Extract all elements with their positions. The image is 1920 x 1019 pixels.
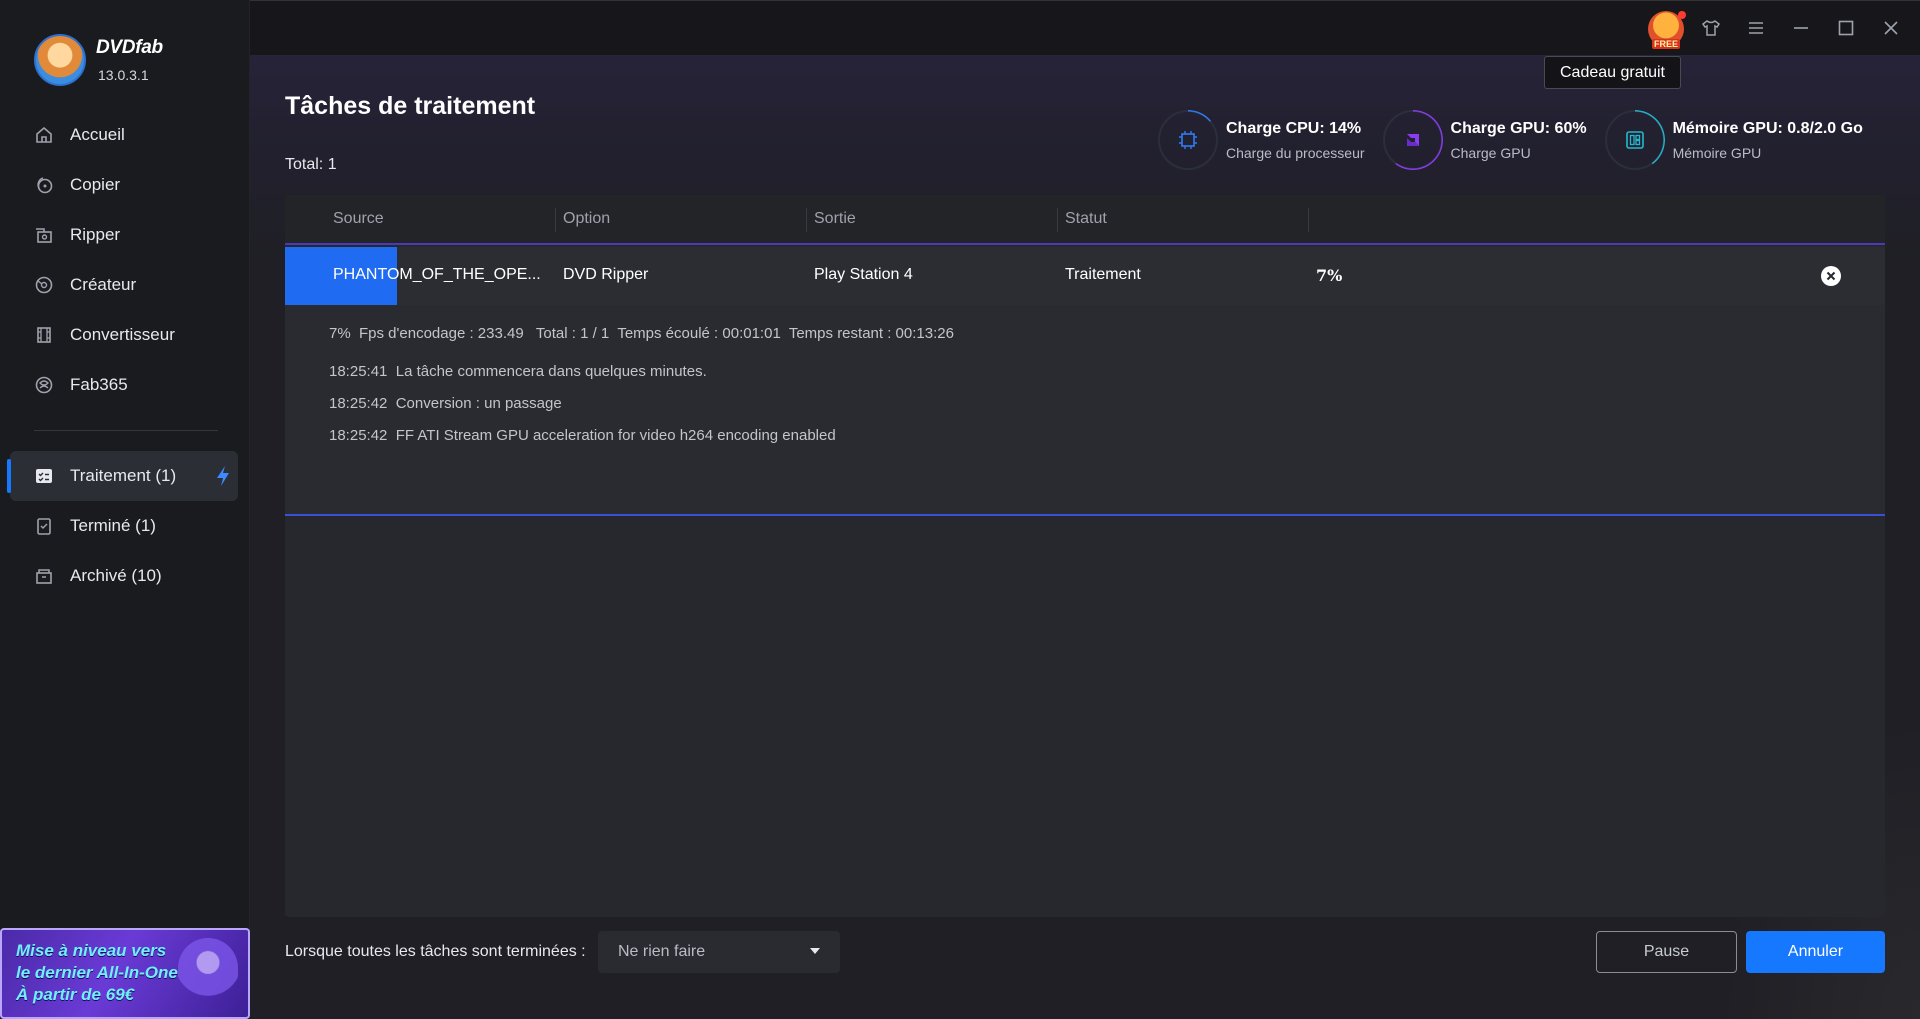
ripper-icon (34, 225, 54, 245)
pause-button[interactable]: Pause (1596, 931, 1737, 973)
gpu-memory-subtitle: Mémoire GPU (1672, 144, 1762, 161)
promo-illustration (178, 938, 238, 1008)
column-divider (555, 208, 556, 232)
sidebar-item-label: Terminé (1) (70, 516, 156, 535)
brand: DVDfab 13.0.3.1 (34, 34, 163, 86)
sidebar-item-label: Créateur (70, 275, 137, 294)
task-total: Total: 1 (285, 156, 337, 173)
fab365-icon (34, 375, 54, 395)
task-source: PHANTOM_OF_THE_OPE... (333, 266, 541, 283)
gift-tooltip: Cadeau gratuit (1544, 56, 1681, 89)
free-badge: FREE (1651, 39, 1680, 49)
gpu-monitor: Charge GPU: 60% Charge GPU (1382, 110, 1587, 170)
sidebar-item-traitement[interactable]: Traitement (1) (7, 451, 238, 501)
column-divider (1308, 208, 1309, 232)
gpu-load-subtitle: Charge GPU (1450, 144, 1531, 161)
minimize-icon[interactable] (1790, 17, 1812, 39)
sidebar-divider (34, 430, 218, 431)
tasks-icon (34, 466, 54, 486)
sidebar-item-label: Fab365 (70, 375, 128, 394)
lightning-icon (217, 466, 229, 486)
sidebar: DVDfab 13.0.3.1 Accueil Copier Ripper Cr… (0, 0, 250, 1019)
archive-icon (34, 566, 54, 586)
column-divider (1057, 208, 1058, 232)
cancel-button[interactable]: Annuler (1746, 931, 1885, 973)
column-header-source[interactable]: Source (333, 210, 384, 228)
sidebar-item-createur[interactable]: Créateur (0, 260, 250, 310)
when-done-value: Ne rien faire (618, 943, 706, 960)
cpu-load-subtitle: Charge du processeur (1226, 144, 1365, 161)
sidebar-nav: Accueil Copier Ripper Créateur Convertis… (0, 110, 250, 601)
app-version: 13.0.3.1 (98, 67, 149, 83)
sidebar-item-label: Archivé (10) (70, 566, 162, 585)
gpu-gauge (1382, 110, 1443, 170)
menu-icon[interactable] (1745, 17, 1767, 39)
close-icon[interactable] (1880, 17, 1902, 39)
home-icon (34, 125, 54, 145)
sidebar-item-fab365[interactable]: Fab365 (0, 360, 250, 410)
cpu-monitor: Charge CPU: 14% Charge du processeur (1158, 110, 1365, 170)
column-header-output[interactable]: Sortie (814, 210, 856, 228)
promo-line-3: À partir de 69€ (16, 985, 135, 1004)
gift-icon[interactable]: FREE (1648, 11, 1686, 49)
gpu-load-title: Charge GPU: 60% (1450, 119, 1587, 137)
finished-icon (34, 516, 54, 536)
task-status: Traitement (1065, 266, 1141, 283)
column-header-option[interactable]: Option (563, 210, 610, 228)
column-divider (806, 208, 807, 232)
sidebar-item-accueil[interactable]: Accueil (0, 110, 250, 160)
log-line: 18:25:42 FF ATI Stream GPU acceleration … (329, 427, 836, 444)
shirt-icon[interactable] (1700, 17, 1722, 39)
column-header-status[interactable]: Statut (1065, 210, 1107, 228)
chevron-down-icon (810, 948, 820, 954)
when-done-select[interactable]: Ne rien faire (598, 931, 840, 973)
encoding-stats: 7% Fps d'encodage : 233.49 Total : 1 / 1… (329, 325, 954, 342)
sidebar-item-label: Accueil (70, 125, 125, 144)
table-header: Source Option Sortie Statut (285, 195, 1885, 245)
titlebar: FREE (250, 0, 1920, 55)
remove-task-button[interactable] (1821, 266, 1841, 286)
converter-icon (34, 325, 54, 345)
task-progress-percent: 7% (1316, 266, 1343, 285)
sidebar-item-label: Convertisseur (70, 325, 175, 344)
upgrade-promo-banner[interactable]: Mise à niveau vers le dernier All-In-One… (0, 928, 250, 1019)
gpu-memory-title: Mémoire GPU: 0.8/2.0 Go (1672, 119, 1863, 137)
gpu-memory-gauge (1604, 110, 1665, 170)
copy-icon (34, 175, 54, 195)
sidebar-item-ripper[interactable]: Ripper (0, 210, 250, 260)
task-log: 7% Fps d'encodage : 233.49 Total : 1 / 1… (285, 305, 1885, 516)
creator-icon (34, 275, 54, 295)
table-row[interactable]: PHANTOM_OF_THE_OPE... DVD Ripper Play St… (285, 247, 1885, 305)
close-icon (1826, 271, 1836, 281)
when-done-label: Lorsque toutes les tâches sont terminées… (285, 943, 586, 960)
dvdfab-logo-icon (34, 34, 86, 86)
promo-line-1: Mise à niveau vers (16, 941, 167, 960)
sidebar-item-label: Copier (70, 175, 121, 194)
maximize-icon[interactable] (1835, 17, 1857, 39)
resource-monitors: Charge CPU: 14% Charge du processeur Cha… (1158, 110, 1881, 170)
task-option: DVD Ripper (563, 266, 649, 283)
sidebar-item-copier[interactable]: Copier (0, 160, 250, 210)
page-title: Tâches de traitement (285, 92, 536, 120)
cpu-load-title: Charge CPU: 14% (1226, 119, 1362, 137)
sidebar-item-archive[interactable]: Archivé (10) (0, 551, 250, 601)
sidebar-item-label: Traitement (1) (70, 466, 177, 485)
app-name: DVDfab (96, 37, 163, 58)
gpu-memory-monitor: Mémoire GPU: 0.8/2.0 Go Mémoire GPU (1604, 110, 1863, 170)
task-panel: Source Option Sortie Statut PHANTOM_OF_T… (285, 195, 1885, 917)
sidebar-item-label: Ripper (70, 225, 121, 244)
sidebar-item-convertisseur[interactable]: Convertisseur (0, 310, 250, 360)
cpu-gauge (1158, 110, 1218, 170)
sidebar-item-termine[interactable]: Terminé (1) (0, 501, 250, 551)
task-output: Play Station 4 (814, 266, 913, 283)
log-line: 18:25:42 Conversion : un passage (329, 395, 562, 412)
notification-dot (1678, 11, 1686, 19)
promo-line-2: le dernier All-In-One (16, 963, 178, 982)
log-line: 18:25:41 La tâche commencera dans quelqu… (329, 363, 707, 380)
